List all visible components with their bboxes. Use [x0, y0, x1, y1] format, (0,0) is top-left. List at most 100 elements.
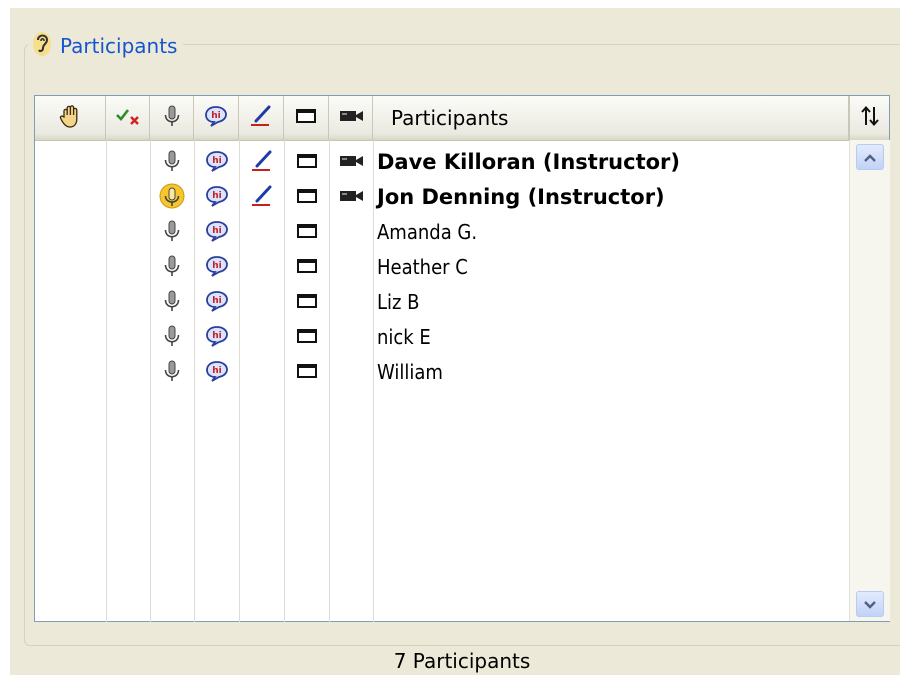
svg-text:hi: hi [212, 191, 222, 201]
mic-cell[interactable] [150, 215, 194, 250]
participants-list[interactable]: hi Participants hi Dave Killoran (Instru… [34, 95, 890, 622]
chat-cell[interactable]: hi [194, 355, 239, 390]
participant-row[interactable]: hi Amanda G. [35, 215, 849, 250]
screen-share-icon [296, 327, 318, 349]
participant-row[interactable]: hi Dave Killoran (Instructor) [35, 145, 849, 180]
column-whiteboard[interactable] [239, 96, 284, 140]
raise-hand-icon [59, 104, 81, 132]
chat-cell[interactable]: hi [194, 285, 239, 320]
microphone-icon [163, 360, 181, 386]
chat-icon: hi [205, 255, 229, 281]
webcam-icon [338, 153, 364, 173]
chat-icon: hi [205, 290, 229, 316]
screen-share-icon [296, 292, 318, 314]
panel-legend: Participants [28, 30, 184, 62]
participant-name: William [377, 360, 443, 384]
ear-icon [32, 30, 52, 62]
participant-row[interactable]: hi Liz B [35, 285, 849, 320]
webcam-icon [338, 188, 364, 208]
microphone-icon [163, 105, 181, 131]
svg-text:hi: hi [212, 261, 222, 271]
column-webcam[interactable] [329, 96, 373, 140]
chat-cell[interactable]: hi [194, 180, 239, 215]
column-chat[interactable]: hi [194, 96, 239, 140]
column-raise-hand[interactable] [35, 96, 106, 140]
participant-row[interactable]: hi nick E [35, 320, 849, 355]
screen-share-icon [295, 107, 317, 129]
participants-panel: Participants hi Participants hi Dave Kil… [10, 8, 900, 675]
column-yes-no[interactable] [106, 96, 150, 140]
screen-share-cell[interactable] [284, 355, 329, 390]
chat-icon: hi [205, 325, 229, 351]
screen-share-cell[interactable] [284, 215, 329, 250]
participant-name: nick E [377, 325, 431, 349]
participant-count: 7 Participants [393, 648, 531, 673]
webcam-cell[interactable] [329, 180, 373, 215]
whiteboard-cell[interactable] [239, 145, 284, 180]
microphone-icon [163, 220, 181, 246]
mic-cell[interactable] [150, 285, 194, 320]
participant-name: Liz B [377, 290, 420, 314]
screen-share-cell[interactable] [284, 285, 329, 320]
screen-share-icon [296, 362, 318, 384]
screen-share-cell[interactable] [284, 320, 329, 355]
chat-icon: hi [204, 105, 228, 131]
svg-text:hi: hi [211, 111, 221, 121]
chat-cell[interactable]: hi [194, 320, 239, 355]
panel-title: Participants [60, 34, 178, 58]
microphone-talking-icon [159, 183, 185, 213]
scroll-down-button[interactable] [856, 591, 884, 617]
chat-cell[interactable]: hi [194, 145, 239, 180]
screen-share-cell[interactable] [284, 250, 329, 285]
whiteboard-pen-icon [249, 105, 273, 131]
participant-name: Jon Denning (Instructor) [377, 185, 665, 209]
webcam-cell[interactable] [329, 145, 373, 180]
participants-column-label: Participants [391, 106, 509, 130]
screen-share-icon [296, 152, 318, 174]
chat-cell[interactable]: hi [194, 250, 239, 285]
screen-share-cell[interactable] [284, 180, 329, 215]
screen-share-icon [296, 187, 318, 209]
participant-row[interactable]: hi Jon Denning (Instructor) [35, 180, 849, 215]
svg-text:hi: hi [212, 366, 222, 376]
column-microphone[interactable] [150, 96, 194, 140]
vertical-scrollbar[interactable] [849, 140, 890, 621]
svg-text:hi: hi [212, 226, 222, 236]
webcam-icon [338, 108, 364, 128]
sort-icon [860, 105, 880, 131]
screen-share-icon [296, 222, 318, 244]
column-screen-share[interactable] [284, 96, 329, 140]
list-header: hi Participants [35, 96, 889, 141]
svg-text:hi: hi [212, 296, 222, 306]
microphone-icon [163, 255, 181, 281]
microphone-icon [163, 150, 181, 176]
microphone-icon [163, 325, 181, 351]
chat-icon: hi [205, 185, 229, 211]
mic-cell[interactable] [150, 145, 194, 180]
participant-row[interactable]: hi Heather C [35, 250, 849, 285]
scroll-up-arrow-icon [863, 148, 877, 167]
chat-icon: hi [205, 220, 229, 246]
participant-name: Heather C [377, 255, 468, 279]
screen-share-icon [296, 257, 318, 279]
chat-icon: hi [205, 150, 229, 176]
participant-name: Dave Killoran (Instructor) [377, 150, 681, 174]
mic-cell[interactable] [150, 250, 194, 285]
svg-text:hi: hi [212, 331, 222, 341]
sort-button[interactable] [849, 96, 889, 140]
column-participants[interactable]: Participants [373, 96, 849, 140]
whiteboard-cell[interactable] [239, 180, 284, 215]
svg-text:hi: hi [212, 156, 222, 166]
mic-cell[interactable] [150, 320, 194, 355]
yes-no-icon [115, 107, 141, 129]
screen-share-cell[interactable] [284, 145, 329, 180]
chat-icon: hi [205, 360, 229, 386]
scroll-up-button[interactable] [856, 144, 884, 170]
whiteboard-pen-icon [250, 150, 274, 176]
chat-cell[interactable]: hi [194, 215, 239, 250]
whiteboard-pen-icon [250, 185, 274, 211]
participant-row[interactable]: hi William [35, 355, 849, 390]
mic-cell[interactable] [150, 355, 194, 390]
mic-cell[interactable] [150, 180, 194, 215]
scroll-down-arrow-icon [863, 595, 877, 614]
